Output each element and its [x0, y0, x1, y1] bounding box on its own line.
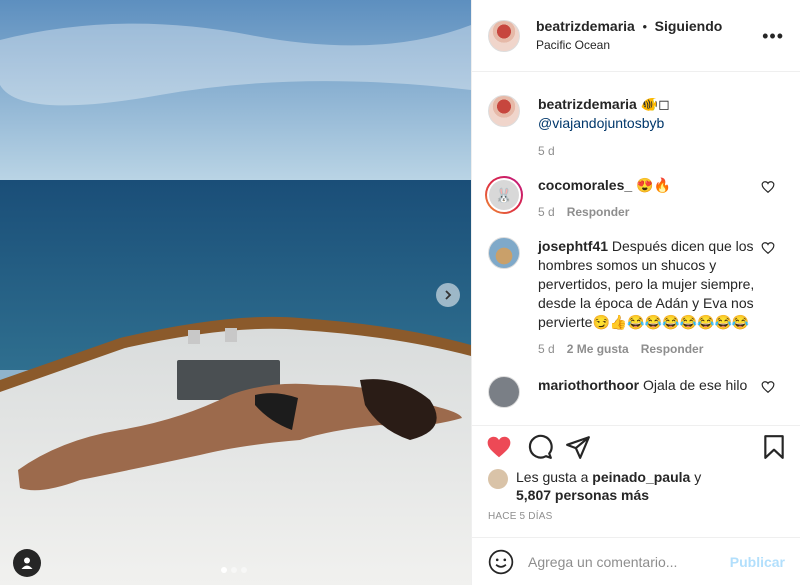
comment-item: 🐰 cocomorales_ 😍🔥 5 d Responder: [485, 176, 785, 222]
comment-username[interactable]: josephtf41: [538, 238, 608, 254]
avatar[interactable]: [488, 95, 520, 127]
comments-list[interactable]: beatrizdemaria 🐠◻ @viajandojuntosbyb 5 d…: [472, 73, 800, 425]
comment-bubble-icon[interactable]: [527, 434, 553, 460]
comment-username[interactable]: mariothorthoor: [538, 377, 639, 393]
like-heart-icon[interactable]: [486, 434, 512, 460]
header-separator: •: [642, 19, 648, 34]
caption: beatrizdemaria 🐠◻ @viajandojuntosbyb 5 d: [488, 95, 785, 161]
comment-meta: 5 d Responder: [538, 203, 758, 222]
share-paper-plane-icon[interactable]: [565, 434, 591, 460]
comment-item: mariothorthoor Ojala de ese hilo: [488, 376, 785, 408]
comment-body: josephtf41 Después dicen que los hombres…: [538, 237, 758, 359]
comment-input[interactable]: [528, 553, 718, 570]
comment-likes[interactable]: 2 Me gusta: [567, 340, 629, 359]
reply-button[interactable]: Responder: [641, 340, 704, 359]
post-side-panel: beatrizdemaria • Siguiendo Pacific Ocean…: [471, 0, 800, 585]
comment-body: mariothorthoor Ojala de ese hilo: [538, 376, 758, 408]
likes-prefix: Les gusta a: [516, 469, 589, 485]
comment-composer: Publicar: [472, 537, 800, 585]
caption-mention[interactable]: @viajandojuntosbyb: [538, 114, 758, 133]
comment-text: 😍🔥: [636, 177, 671, 193]
carousel-dot-3: [241, 567, 247, 573]
heart-outline-icon[interactable]: [761, 380, 775, 394]
next-photo-button[interactable]: [436, 283, 460, 307]
caption-username[interactable]: beatrizdemaria: [538, 96, 637, 112]
comment-time[interactable]: 5 d: [538, 203, 555, 222]
likes-conj: y: [694, 469, 702, 485]
publish-button[interactable]: Publicar: [730, 554, 785, 570]
more-options-icon[interactable]: •••: [762, 27, 784, 45]
post-header: beatrizdemaria • Siguiendo Pacific Ocean…: [472, 0, 800, 72]
heart-outline-icon[interactable]: [761, 241, 775, 255]
emoji-icon[interactable]: [488, 549, 514, 575]
caption-emoji: 🐠◻: [640, 96, 670, 112]
chevron-right-icon: [445, 290, 452, 300]
avatar: [488, 469, 508, 489]
avatar: 🐰: [489, 180, 519, 210]
liker-username[interactable]: peinado_paula: [592, 469, 690, 485]
bookmark-icon[interactable]: [761, 434, 787, 460]
avatar[interactable]: [488, 237, 520, 269]
caption-body: beatrizdemaria 🐠◻ @viajandojuntosbyb 5 d: [538, 95, 758, 161]
caption-time[interactable]: 5 d: [538, 142, 555, 161]
carousel-dot-2: [231, 567, 237, 573]
header-username[interactable]: beatrizdemaria: [536, 18, 635, 34]
post-header-text: beatrizdemaria • Siguiendo Pacific Ocean: [536, 17, 722, 54]
comment-time[interactable]: 5 d: [538, 340, 555, 359]
user-icon: [21, 557, 33, 569]
comment-meta: 5 d 2 Me gusta Responder: [538, 340, 758, 359]
reply-button[interactable]: Responder: [567, 203, 630, 222]
avatar[interactable]: [488, 19, 520, 52]
post-timestamp[interactable]: HACE 5 DÍAS: [488, 511, 552, 522]
cleat-right: [225, 328, 237, 342]
comment-body: cocomorales_ 😍🔥 5 d Responder: [538, 176, 758, 222]
comment-username[interactable]: cocomorales_: [538, 177, 632, 193]
likes-summary[interactable]: Les gusta a peinado_paula y 5,807 person…: [488, 468, 701, 504]
following-button[interactable]: Siguiendo: [655, 18, 723, 34]
story-ring[interactable]: 🐰: [485, 176, 523, 214]
cleat-left: [188, 330, 200, 344]
heart-outline-icon[interactable]: [761, 180, 775, 194]
action-bar: [472, 425, 800, 467]
comment-text: Ojala de ese hilo: [643, 377, 748, 393]
likes-text: Les gusta a peinado_paula y 5,807 person…: [516, 468, 701, 504]
avatar[interactable]: [488, 376, 520, 408]
caption-meta: 5 d: [538, 142, 758, 161]
likes-count[interactable]: 5,807 personas más: [516, 487, 649, 503]
carousel-dot-1: [221, 567, 227, 573]
location-link[interactable]: Pacific Ocean: [536, 36, 722, 54]
photo-scene: [0, 0, 471, 585]
comment-item: josephtf41 Después dicen que los hombres…: [488, 237, 785, 359]
post-photo[interactable]: [0, 0, 471, 585]
tagged-users-button[interactable]: [13, 549, 41, 577]
carousel-dots: [221, 567, 247, 573]
